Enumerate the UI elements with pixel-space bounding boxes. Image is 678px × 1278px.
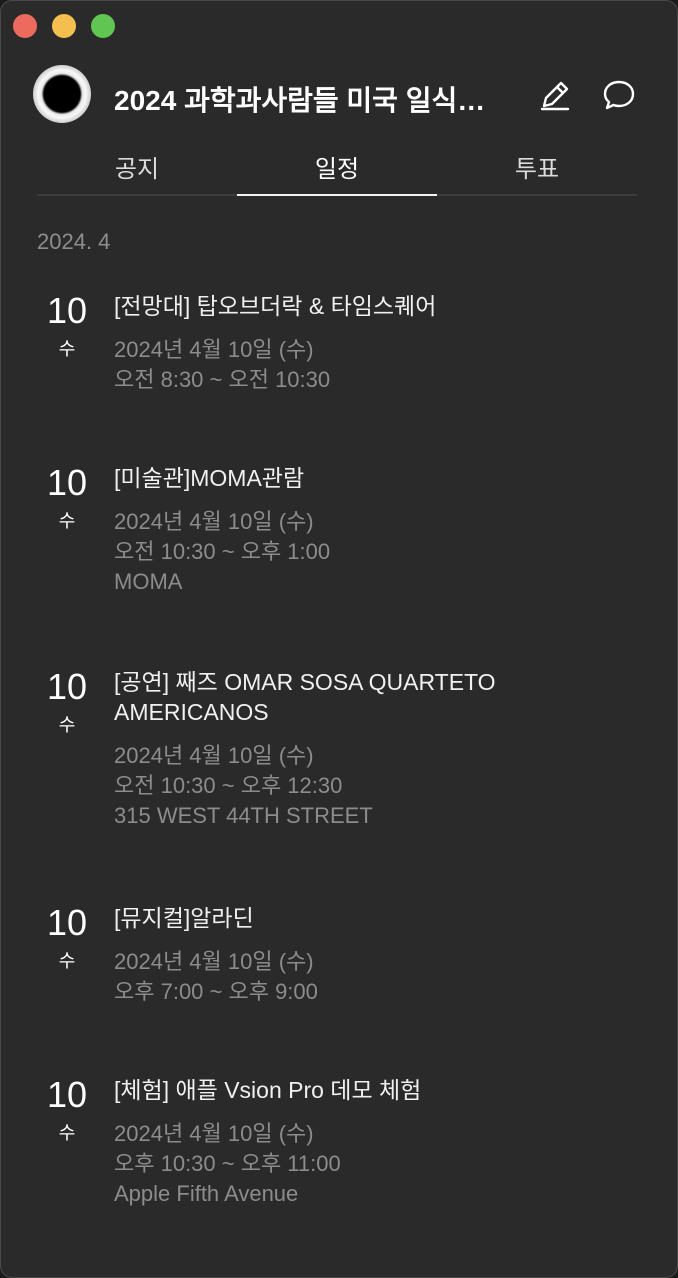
event-date-badge: 10 수 — [37, 903, 97, 973]
event-title: [체험] 애플 Vsion Pro 데모 체험 — [114, 1077, 422, 1103]
event-time: 오후 7:00 ~ 오후 9:00 — [114, 979, 318, 1004]
event-location: 315 WEST 44TH STREET — [114, 803, 373, 828]
event-weekday: 수 — [58, 715, 76, 735]
event-day: 10 — [46, 666, 88, 707]
event-info: [미술관]MOMA관람 2024년 4월 10일 (수) 오전 10:30 ~ … — [114, 463, 634, 597]
event-time: 오전 10:30 ~ 오후 1:00 — [114, 539, 331, 564]
event-date-badge: 10 수 — [37, 1075, 97, 1145]
group-avatar[interactable] — [33, 65, 91, 123]
close-window-button[interactable] — [13, 14, 37, 38]
event-title: [공연] 째즈 OMAR SOSA QUARTETO AMERICANOS — [114, 667, 634, 727]
event-time: 오후 10:30 ~ 오후 11:00 — [114, 1151, 341, 1176]
event-day: 10 — [46, 462, 88, 503]
group-title: 2024 과학과사람들 미국 일식… — [114, 85, 486, 116]
event-time: 오전 8:30 ~ 오전 10:30 — [114, 367, 331, 392]
event-day: 10 — [46, 290, 88, 331]
event-date: 2024년 4월 10일 (수) — [114, 509, 314, 534]
event-title: [전망대] 탑오브더락 & 타임스퀘어 — [114, 293, 437, 319]
edit-button[interactable] — [537, 77, 573, 113]
event-day: 10 — [46, 902, 88, 943]
event-info: [전망대] 탑오브더락 & 타임스퀘어 2024년 4월 10일 (수) 오전 … — [114, 291, 634, 395]
event-location: Apple Fifth Avenue — [114, 1181, 299, 1206]
chat-header: 2024 과학과사람들 미국 일식… — [29, 63, 649, 129]
minimize-window-button[interactable] — [52, 14, 76, 38]
chat-button[interactable] — [601, 77, 637, 113]
event-date: 2024년 4월 10일 (수) — [114, 1121, 314, 1146]
event-location: MOMA — [114, 569, 183, 594]
pencil-icon — [540, 81, 570, 111]
tab-schedule[interactable]: 일정 — [237, 141, 437, 196]
event-weekday: 수 — [58, 1123, 76, 1143]
event-info: [공연] 째즈 OMAR SOSA QUARTETO AMERICANOS 20… — [114, 667, 634, 831]
event-date: 2024년 4월 10일 (수) — [114, 337, 314, 362]
event-info: [뮤지컬]알라딘 2024년 4월 10일 (수) 오후 7:00 ~ 오후 9… — [114, 903, 634, 1007]
event-title-line: AMERICANOS — [114, 699, 269, 725]
tab-notice[interactable]: 공지 — [37, 141, 237, 194]
event-date-badge: 10 수 — [37, 667, 97, 737]
event-date: 2024년 4월 10일 (수) — [114, 949, 314, 974]
event-weekday: 수 — [58, 339, 76, 359]
event-info: [체험] 애플 Vsion Pro 데모 체험 2024년 4월 10일 (수)… — [114, 1075, 634, 1209]
event-time: 오전 10:30 ~ 오후 12:30 — [114, 773, 343, 798]
maximize-window-button[interactable] — [91, 14, 115, 38]
event-title: [미술관]MOMA관람 — [114, 465, 305, 491]
event-weekday: 수 — [58, 951, 76, 971]
speech-bubble-icon — [603, 80, 635, 110]
event-day: 10 — [46, 1074, 88, 1115]
event-date-badge: 10 수 — [37, 463, 97, 533]
event-weekday: 수 — [58, 511, 76, 531]
window-controls — [13, 14, 115, 38]
event-date-badge: 10 수 — [37, 291, 97, 361]
event-title-line: [공연] 째즈 OMAR SOSA QUARTETO — [114, 669, 496, 695]
event-date: 2024년 4월 10일 (수) — [114, 743, 314, 768]
tab-vote[interactable]: 투표 — [437, 141, 637, 194]
month-header: 2024. 4 — [37, 229, 111, 254]
app-window: 2024 과학과사람들 미국 일식… 공지 일정 투표 2024. 4 10 수… — [0, 0, 678, 1278]
tab-bar: 공지 일정 투표 — [37, 141, 637, 196]
event-title: [뮤지컬]알라딘 — [114, 905, 254, 931]
